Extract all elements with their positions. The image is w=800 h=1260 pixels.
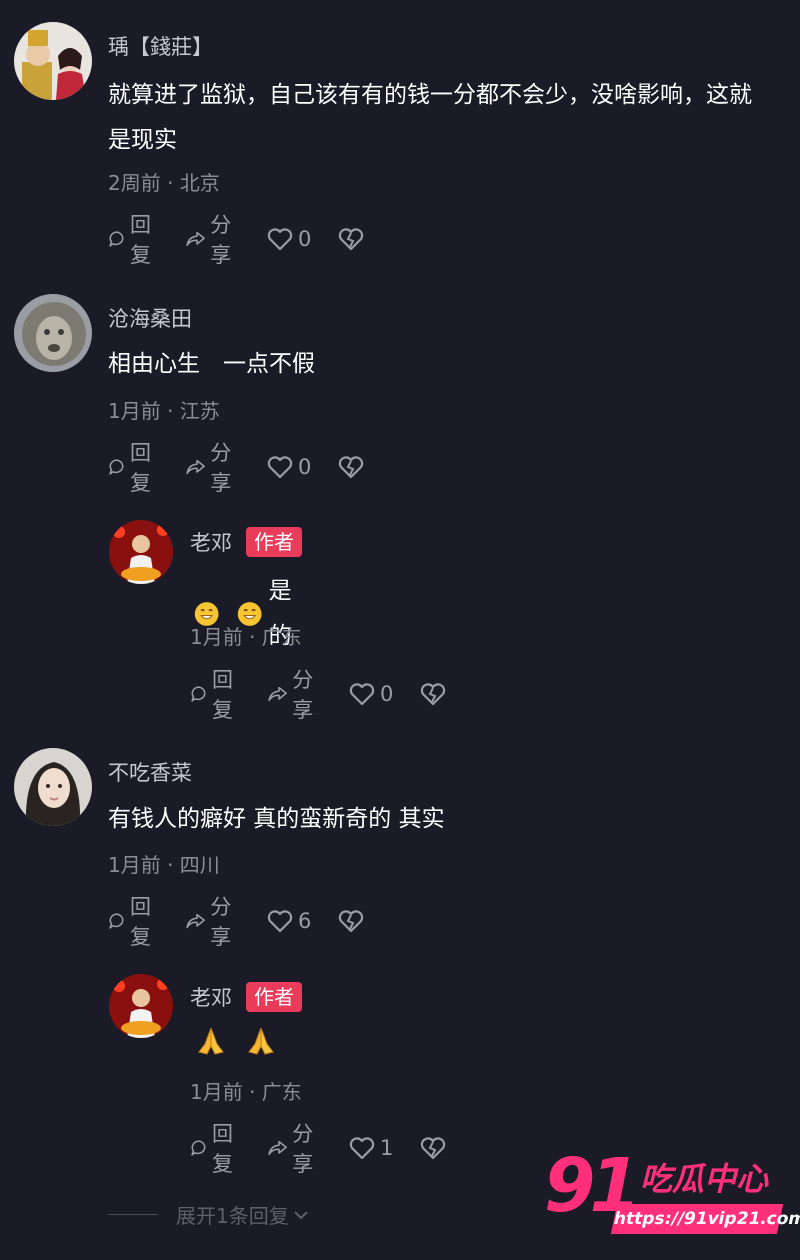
share-label: 分享 [210, 213, 232, 267]
like-count: 1 [380, 1136, 394, 1160]
commenter-name-text: 老邓 [190, 986, 232, 1010]
reply-button[interactable]: 回复 [190, 1118, 241, 1178]
heart-icon [267, 910, 293, 933]
comment-meta: 1月前 · 四川 [108, 853, 220, 877]
share-icon [268, 686, 287, 702]
like-button[interactable]: 1 [348, 1135, 393, 1161]
share-label: 分享 [210, 895, 232, 949]
like-count: 0 [380, 682, 394, 706]
comment-actions: 回复 分享 1 [190, 1122, 451, 1176]
divider-line [108, 1214, 158, 1215]
like-button[interactable]: 6 [266, 908, 311, 934]
comment-text: 相由心生 一点不假 [108, 351, 315, 377]
share-button[interactable]: 分享 [267, 1118, 322, 1178]
reply-button[interactable]: 回复 [108, 891, 159, 951]
broken-heart-icon [339, 456, 364, 479]
dislike-button[interactable] [337, 226, 369, 252]
watermark-logo: 91 吃瓜中心 https://91vip21.com [544, 1146, 800, 1246]
reply-button[interactable]: 回复 [108, 437, 159, 497]
comment-actions: 回复 分享 0 [190, 668, 451, 722]
comment-meta: 1月前 · 广东 [190, 625, 302, 649]
share-label: 分享 [292, 1122, 314, 1176]
reply-icon [109, 459, 124, 475]
heart-icon [267, 228, 293, 251]
share-button[interactable]: 分享 [185, 437, 240, 497]
comment-text [194, 1024, 292, 1058]
like-count: 0 [298, 455, 312, 479]
broken-heart-icon [421, 683, 446, 706]
pray-icon [248, 1027, 274, 1055]
comment-actions: 回复 分享 0 [108, 441, 369, 495]
like-count: 6 [298, 909, 312, 933]
comment-meta: 1月前 · 广东 [190, 1080, 302, 1104]
dislike-button[interactable] [337, 908, 369, 934]
commenter-name[interactable]: 老邓 作者 [190, 527, 302, 557]
broken-heart-icon [339, 228, 364, 251]
reply-icon [109, 231, 124, 247]
author-badge: 作者 [246, 527, 302, 557]
author-badge: 作者 [246, 982, 302, 1012]
comment-text: 有钱人的癖好 真的蛮新奇的 其实 [108, 806, 445, 832]
share-icon [186, 231, 205, 247]
share-icon [186, 913, 205, 929]
expand-replies-button[interactable]: 展开1条回复 [108, 1200, 311, 1229]
dislike-button[interactable] [419, 1135, 451, 1161]
like-button[interactable]: 0 [348, 681, 393, 707]
watermark-url: https://91vip21.com [610, 1204, 800, 1234]
reply-label: 回复 [129, 213, 151, 267]
heart-icon [267, 456, 293, 479]
comment-actions: 回复 分享 0 [108, 213, 369, 267]
avatar[interactable] [14, 22, 92, 100]
like-count: 0 [298, 227, 312, 251]
share-button[interactable]: 分享 [185, 209, 240, 269]
broken-heart-icon [339, 910, 364, 933]
comment-meta: 2周前 · 北京 [108, 171, 220, 195]
avatar[interactable] [14, 748, 92, 826]
dislike-button[interactable] [337, 454, 369, 480]
reply-label: 回复 [129, 441, 151, 495]
commenter-name[interactable]: 不吃香菜 [108, 757, 192, 787]
commenter-name[interactable]: 老邓 作者 [190, 982, 302, 1012]
reply-icon [191, 686, 206, 702]
comment-meta: 1月前 · 江苏 [108, 399, 220, 423]
reply-icon [109, 913, 124, 929]
commenter-name[interactable]: 瑀【錢莊】 [108, 31, 213, 61]
share-label: 分享 [292, 668, 314, 722]
avatar[interactable] [14, 294, 92, 372]
author-avatar[interactable] [109, 974, 173, 1038]
share-icon [186, 459, 205, 475]
like-button[interactable]: 0 [266, 226, 311, 252]
chevron-down-icon [294, 1210, 308, 1219]
share-icon [268, 1140, 287, 1156]
commenter-name[interactable]: 沧海桑田 [108, 303, 192, 333]
comment-actions: 回复 分享 6 [108, 895, 369, 949]
share-label: 分享 [210, 441, 232, 495]
share-button[interactable]: 分享 [185, 891, 240, 951]
reply-button[interactable]: 回复 [190, 664, 241, 724]
dislike-button[interactable] [419, 681, 451, 707]
watermark-title: 吃瓜中心 [640, 1160, 769, 1198]
author-avatar[interactable] [109, 520, 173, 584]
reply-label: 回复 [211, 1122, 233, 1176]
comment-text: 就算进了监狱，自己该有有的钱一分都不会少，没啥影响，这就是现实 [108, 82, 752, 153]
commenter-name-text: 老邓 [190, 531, 232, 555]
like-button[interactable]: 0 [266, 454, 311, 480]
heart-icon [349, 683, 375, 706]
reply-button[interactable]: 回复 [108, 209, 159, 269]
reply-label: 回复 [211, 668, 233, 722]
broken-heart-icon [421, 1137, 446, 1160]
expand-replies-label: 展开1条回复 [176, 1204, 289, 1228]
pray-icon [198, 1027, 224, 1055]
reply-icon [191, 1140, 206, 1156]
reply-label: 回复 [129, 895, 151, 949]
share-button[interactable]: 分享 [267, 664, 322, 724]
heart-icon [349, 1137, 375, 1160]
